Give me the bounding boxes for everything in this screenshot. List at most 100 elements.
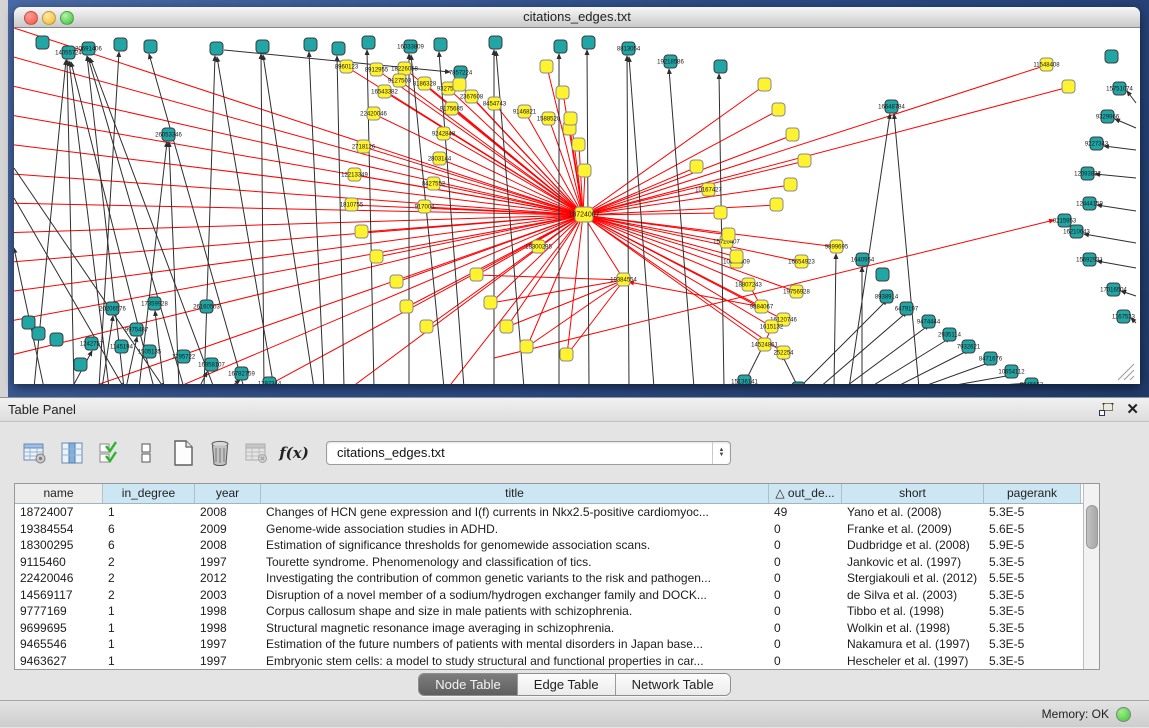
cell-in_degree[interactable]: 1 bbox=[103, 504, 195, 521]
network-node[interactable] bbox=[554, 40, 567, 53]
network-node[interactable] bbox=[560, 348, 573, 361]
network-node[interactable] bbox=[690, 160, 703, 173]
network-node[interactable] bbox=[114, 38, 127, 51]
cell-name[interactable]: 9699695 bbox=[15, 620, 103, 637]
cell-title[interactable]: Structural magnetic resonance image aver… bbox=[261, 620, 769, 637]
cell-in_degree[interactable]: 1 bbox=[103, 653, 195, 670]
network-node[interactable] bbox=[304, 38, 317, 51]
network-node[interactable] bbox=[50, 333, 63, 346]
cell-out_degree[interactable]: 0 bbox=[769, 653, 842, 670]
cell-title[interactable]: Estimation of significance thresholds fo… bbox=[261, 537, 769, 554]
tab-node-table[interactable]: Node Table bbox=[419, 674, 518, 695]
column-select-icon[interactable] bbox=[59, 440, 85, 466]
cell-name[interactable]: 22420046 bbox=[15, 570, 103, 587]
network-node[interactable] bbox=[210, 42, 223, 55]
cell-year[interactable]: 2008 bbox=[195, 504, 261, 521]
cell-out_degree[interactable]: 0 bbox=[769, 554, 842, 571]
cell-short[interactable]: Tibbo et al. (1998) bbox=[842, 603, 984, 620]
delete-table-icon[interactable] bbox=[207, 440, 233, 466]
network-node[interactable] bbox=[798, 154, 811, 167]
network-node[interactable] bbox=[434, 38, 447, 51]
cell-title[interactable]: Disruption of a novel member of a sodium… bbox=[261, 587, 769, 604]
cell-short[interactable]: Stergiakouli et al. (2012) bbox=[842, 570, 984, 587]
cell-pagerank[interactable]: 5.3E-5 bbox=[984, 504, 1081, 521]
import-table-icon[interactable] bbox=[244, 440, 270, 466]
table-vertical-scrollbar[interactable] bbox=[1083, 484, 1099, 669]
cell-year[interactable]: 1998 bbox=[195, 603, 261, 620]
network-node[interactable] bbox=[572, 138, 585, 151]
cell-in_degree[interactable]: 2 bbox=[103, 587, 195, 604]
cell-pagerank[interactable]: 5.3E-5 bbox=[984, 636, 1081, 653]
cell-out_degree[interactable]: 0 bbox=[769, 620, 842, 637]
cell-short[interactable]: Yano et al. (2008) bbox=[842, 504, 984, 521]
network-node[interactable] bbox=[722, 228, 735, 241]
network-node[interactable] bbox=[772, 103, 785, 116]
cell-year[interactable]: 1997 bbox=[195, 554, 261, 571]
network-node[interactable] bbox=[484, 296, 497, 309]
tab-edge-table[interactable]: Edge Table bbox=[518, 674, 616, 695]
select-rows-icon[interactable] bbox=[96, 440, 122, 466]
cell-out_degree[interactable]: 0 bbox=[769, 603, 842, 620]
table-row[interactable]: 977716911998Corpus callosum shape and si… bbox=[15, 603, 1083, 620]
cell-name[interactable]: 18724007 bbox=[15, 504, 103, 521]
cell-year[interactable]: 2009 bbox=[195, 521, 261, 538]
column-header-year[interactable]: year bbox=[195, 484, 261, 503]
table-row[interactable]: 946554611997Estimation of the future num… bbox=[15, 636, 1083, 653]
scrollbar-thumb[interactable] bbox=[1086, 505, 1098, 549]
cell-out_degree[interactable]: 0 bbox=[769, 537, 842, 554]
tab-network-table[interactable]: Network Table bbox=[616, 674, 730, 695]
network-window-titlebar[interactable]: citations_edges.txt bbox=[14, 7, 1140, 28]
cell-pagerank[interactable]: 5.3E-5 bbox=[984, 603, 1081, 620]
network-node[interactable] bbox=[876, 268, 889, 281]
cell-in_degree[interactable]: 2 bbox=[103, 570, 195, 587]
network-node[interactable] bbox=[36, 36, 49, 49]
cell-in_degree[interactable]: 1 bbox=[103, 636, 195, 653]
cell-name[interactable]: 9115460 bbox=[15, 554, 103, 571]
cell-year[interactable]: 2003 bbox=[195, 587, 261, 604]
cell-short[interactable]: de Silva et al. (2003) bbox=[842, 587, 984, 604]
network-node[interactable] bbox=[1105, 50, 1118, 63]
cell-title[interactable]: Investigating the contribution of common… bbox=[261, 570, 769, 587]
network-node[interactable] bbox=[786, 128, 799, 141]
column-header-in_degree[interactable]: in_degree bbox=[103, 484, 195, 503]
cell-name[interactable]: 9463627 bbox=[15, 653, 103, 670]
network-node[interactable] bbox=[470, 268, 483, 281]
network-node[interactable] bbox=[792, 382, 805, 384]
cell-out_degree[interactable]: 0 bbox=[769, 636, 842, 653]
table-row[interactable]: 1938455462009Genome-wide association stu… bbox=[15, 521, 1083, 538]
cell-short[interactable]: Wolkin et al. (1998) bbox=[842, 620, 984, 637]
column-header-out_degree[interactable]: △ out_de... bbox=[769, 484, 842, 503]
network-node[interactable] bbox=[489, 36, 502, 49]
network-node[interactable] bbox=[500, 320, 513, 333]
network-node[interactable] bbox=[714, 60, 727, 73]
function-icon[interactable]: f(x) bbox=[281, 440, 307, 466]
cell-short[interactable]: Hescheler et al. (1997) bbox=[842, 653, 984, 670]
cell-pagerank[interactable]: 5.6E-5 bbox=[984, 521, 1081, 538]
cell-pagerank[interactable]: 5.3E-5 bbox=[984, 620, 1081, 637]
memory-ok-icon[interactable] bbox=[1116, 707, 1131, 722]
network-node[interactable] bbox=[370, 250, 383, 263]
cell-in_degree[interactable]: 1 bbox=[103, 620, 195, 637]
network-node[interactable] bbox=[520, 340, 533, 353]
network-node[interactable] bbox=[256, 40, 269, 53]
network-node[interactable] bbox=[770, 198, 783, 211]
cell-title[interactable]: Tourette syndrome. Phenomenology and cla… bbox=[261, 554, 769, 571]
column-header-title[interactable]: title bbox=[261, 484, 769, 503]
cell-year[interactable]: 1997 bbox=[195, 653, 261, 670]
cell-title[interactable]: Estimation of the future numbers of pati… bbox=[261, 636, 769, 653]
network-node[interactable] bbox=[758, 78, 771, 91]
network-node[interactable] bbox=[540, 60, 553, 73]
table-row[interactable]: 911546021997Tourette syndrome. Phenomeno… bbox=[15, 554, 1083, 571]
network-node[interactable] bbox=[355, 225, 368, 238]
cell-pagerank[interactable]: 5.9E-5 bbox=[984, 537, 1081, 554]
float-window-icon[interactable] bbox=[1099, 403, 1114, 416]
table-row[interactable]: 2242004622012Investigating the contribut… bbox=[15, 570, 1083, 587]
cell-in_degree[interactable]: 6 bbox=[103, 521, 195, 538]
table-row[interactable]: 1830029562008Estimation of significance … bbox=[15, 537, 1083, 554]
table-row[interactable]: 1872400712008Changes of HCN gene express… bbox=[15, 504, 1083, 521]
cell-out_degree[interactable]: 0 bbox=[769, 587, 842, 604]
cell-name[interactable]: 18300295 bbox=[15, 537, 103, 554]
cell-out_degree[interactable]: 0 bbox=[769, 521, 842, 538]
network-node[interactable] bbox=[564, 112, 577, 125]
cell-title[interactable]: Corpus callosum shape and size in male p… bbox=[261, 603, 769, 620]
